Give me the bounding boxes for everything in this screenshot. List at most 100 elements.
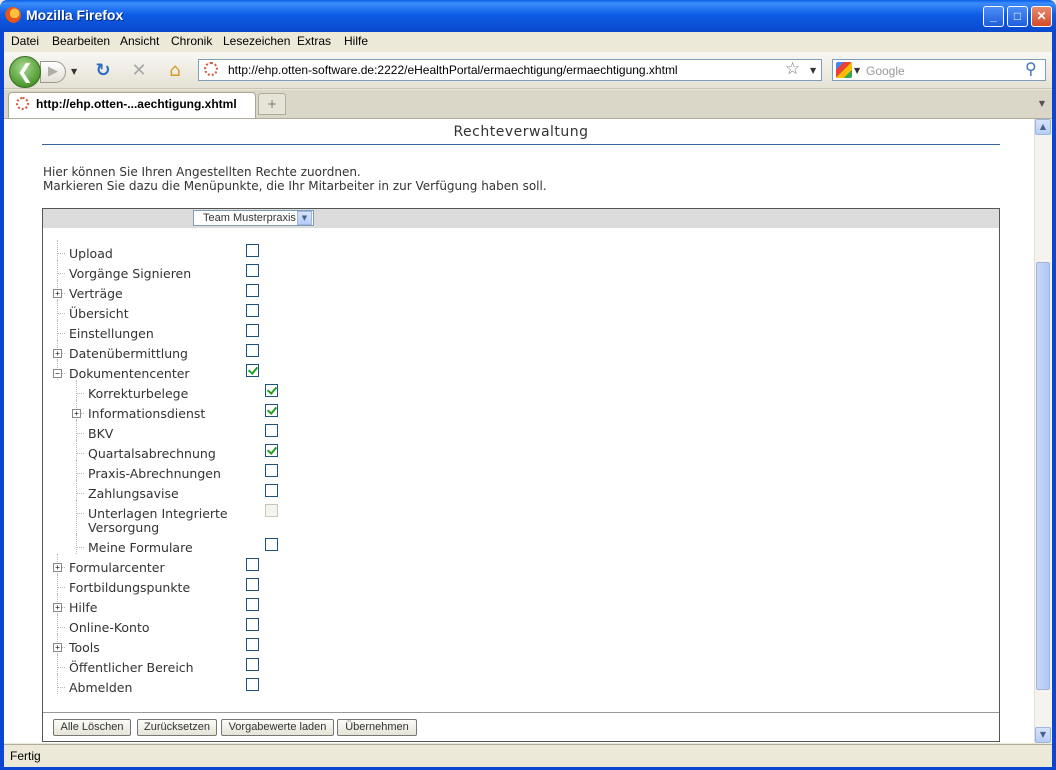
maximize-icon[interactable]: □	[1007, 6, 1028, 27]
menu-datei[interactable]: Datei	[11, 34, 39, 48]
page-loading-icon	[204, 62, 218, 76]
menu-bearbeiten[interactable]: Bearbeiten	[52, 34, 110, 48]
permission-checkbox[interactable]	[246, 658, 259, 671]
tree-item-label: Online-Konto	[69, 620, 150, 635]
reset-button[interactable]: Zurücksetzen	[137, 719, 217, 736]
permission-checkbox[interactable]	[246, 364, 259, 377]
expand-icon[interactable]: +	[72, 409, 81, 418]
search-icon[interactable]: ⚲	[1025, 59, 1037, 78]
tree-connector	[76, 380, 77, 400]
scroll-down-icon[interactable]: ▼	[1035, 727, 1051, 743]
scroll-up-icon[interactable]: ▲	[1035, 119, 1051, 135]
permission-checkbox[interactable]	[265, 404, 278, 417]
new-tab-button[interactable]: +	[258, 93, 286, 115]
menu-chronik[interactable]: Chronik	[171, 34, 212, 48]
tree-connector	[57, 300, 58, 320]
tree-item-label: Einstellungen	[69, 326, 154, 341]
url-dropdown-icon[interactable]: ▼	[810, 66, 816, 75]
chevron-down-icon[interactable]: ▼	[297, 211, 312, 225]
google-engine-icon[interactable]	[836, 62, 852, 78]
expand-icon[interactable]: +	[53, 349, 62, 358]
menu-extras[interactable]: Extras	[297, 34, 331, 48]
tree-item-label: Informationsdienst	[88, 406, 206, 421]
home-icon[interactable]: ⌂	[164, 60, 186, 82]
tree-connector	[76, 500, 77, 534]
tree-connector	[57, 320, 58, 340]
tree-connector	[76, 393, 84, 394]
expand-icon[interactable]: +	[53, 563, 62, 572]
permission-checkbox[interactable]	[265, 424, 278, 437]
tree-connector	[76, 433, 84, 434]
tab-loading-icon	[16, 97, 29, 110]
tree-connector	[76, 440, 77, 460]
expand-icon[interactable]: +	[53, 643, 62, 652]
permission-checkbox[interactable]	[265, 444, 278, 457]
back-button[interactable]: ❮	[9, 56, 41, 88]
tree-connector	[57, 614, 58, 634]
tree-item-label: Dokumentencenter	[69, 366, 190, 381]
description-line-2: Markieren Sie dazu die Menüpunkte, die I…	[43, 179, 547, 193]
tree-item-label: Öffentlicher Bereich	[69, 660, 194, 675]
permission-checkbox[interactable]	[246, 578, 259, 591]
tab-list-icon[interactable]: ▼	[1034, 93, 1050, 115]
tree-item-label: Datenübermittlung	[69, 346, 188, 361]
permission-checkbox[interactable]	[265, 484, 278, 497]
permission-checkbox[interactable]	[246, 558, 259, 571]
permission-checkbox[interactable]	[265, 464, 278, 477]
search-placeholder: Google	[866, 64, 905, 78]
tree-item-label: BKV	[88, 426, 114, 441]
permission-checkbox[interactable]	[246, 304, 259, 317]
engine-dropdown-icon[interactable]: ▼	[854, 66, 860, 75]
permission-checkbox[interactable]	[246, 638, 259, 651]
tree-item-label: Unterlagen Integrierte	[88, 506, 228, 521]
permission-checkbox[interactable]	[246, 618, 259, 631]
permission-checkbox[interactable]	[265, 538, 278, 551]
permission-checkbox[interactable]	[246, 264, 259, 277]
permission-checkbox[interactable]	[246, 284, 259, 297]
bookmark-star-icon[interactable]: ☆	[785, 59, 800, 79]
tree-connector	[57, 687, 65, 688]
tree-connector	[57, 240, 58, 260]
permission-checkbox[interactable]	[246, 244, 259, 257]
apply-button[interactable]: Übernehmen	[337, 719, 417, 736]
tree-connector	[57, 273, 65, 274]
panel-header	[43, 209, 999, 228]
permission-checkbox[interactable]	[246, 344, 259, 357]
tree-connector	[76, 473, 84, 474]
team-select[interactable]: Team Musterpraxis	[193, 210, 314, 226]
tree-item-label: Verträge	[69, 286, 123, 301]
tree-item-label: Zahlungsavise	[88, 486, 179, 501]
clear-all-button[interactable]: Alle Löschen	[53, 719, 131, 736]
tree-item-label: Vorgänge Signieren	[69, 266, 192, 281]
permission-checkbox	[265, 504, 278, 517]
minimize-icon[interactable]: _	[983, 6, 1004, 27]
tree-connector	[76, 460, 77, 480]
stop-icon[interactable]: ✕	[128, 60, 150, 82]
history-dropdown-icon[interactable]: ▼	[71, 67, 77, 76]
scrollbar-thumb[interactable]	[1036, 262, 1050, 690]
reload-icon[interactable]: ↻	[92, 60, 114, 82]
tab-label: http://ehp.otten-...aechtigung.xhtml	[36, 97, 237, 111]
tree-item-label: Meine Formulare	[88, 540, 193, 555]
expand-icon[interactable]: +	[53, 289, 62, 298]
tree-item-label: Praxis-Abrechnungen	[88, 466, 221, 481]
tree-connector	[76, 493, 84, 494]
permission-checkbox[interactable]	[246, 678, 259, 691]
permission-checkbox[interactable]	[246, 324, 259, 337]
collapse-icon[interactable]: −	[53, 369, 62, 378]
search-bar[interactable]	[832, 59, 1046, 81]
tree-connector	[57, 627, 65, 628]
expand-icon[interactable]: +	[53, 603, 62, 612]
tree-connector	[76, 513, 84, 514]
forward-button[interactable]: ▶	[40, 61, 66, 83]
menu-lesezeichen[interactable]: Lesezeichen	[223, 34, 290, 48]
permission-checkbox[interactable]	[265, 384, 278, 397]
permission-checkbox[interactable]	[246, 598, 259, 611]
tree-connector	[57, 333, 65, 334]
menu-hilfe[interactable]: Hilfe	[344, 34, 368, 48]
close-icon[interactable]: ✕	[1031, 6, 1052, 27]
address-bar-url: http://ehp.otten-software.de:2222/eHealt…	[228, 63, 678, 77]
load-defaults-button[interactable]: Vorgabewerte laden	[221, 719, 334, 736]
footer-divider	[43, 712, 999, 713]
menu-ansicht[interactable]: Ansicht	[120, 34, 159, 48]
